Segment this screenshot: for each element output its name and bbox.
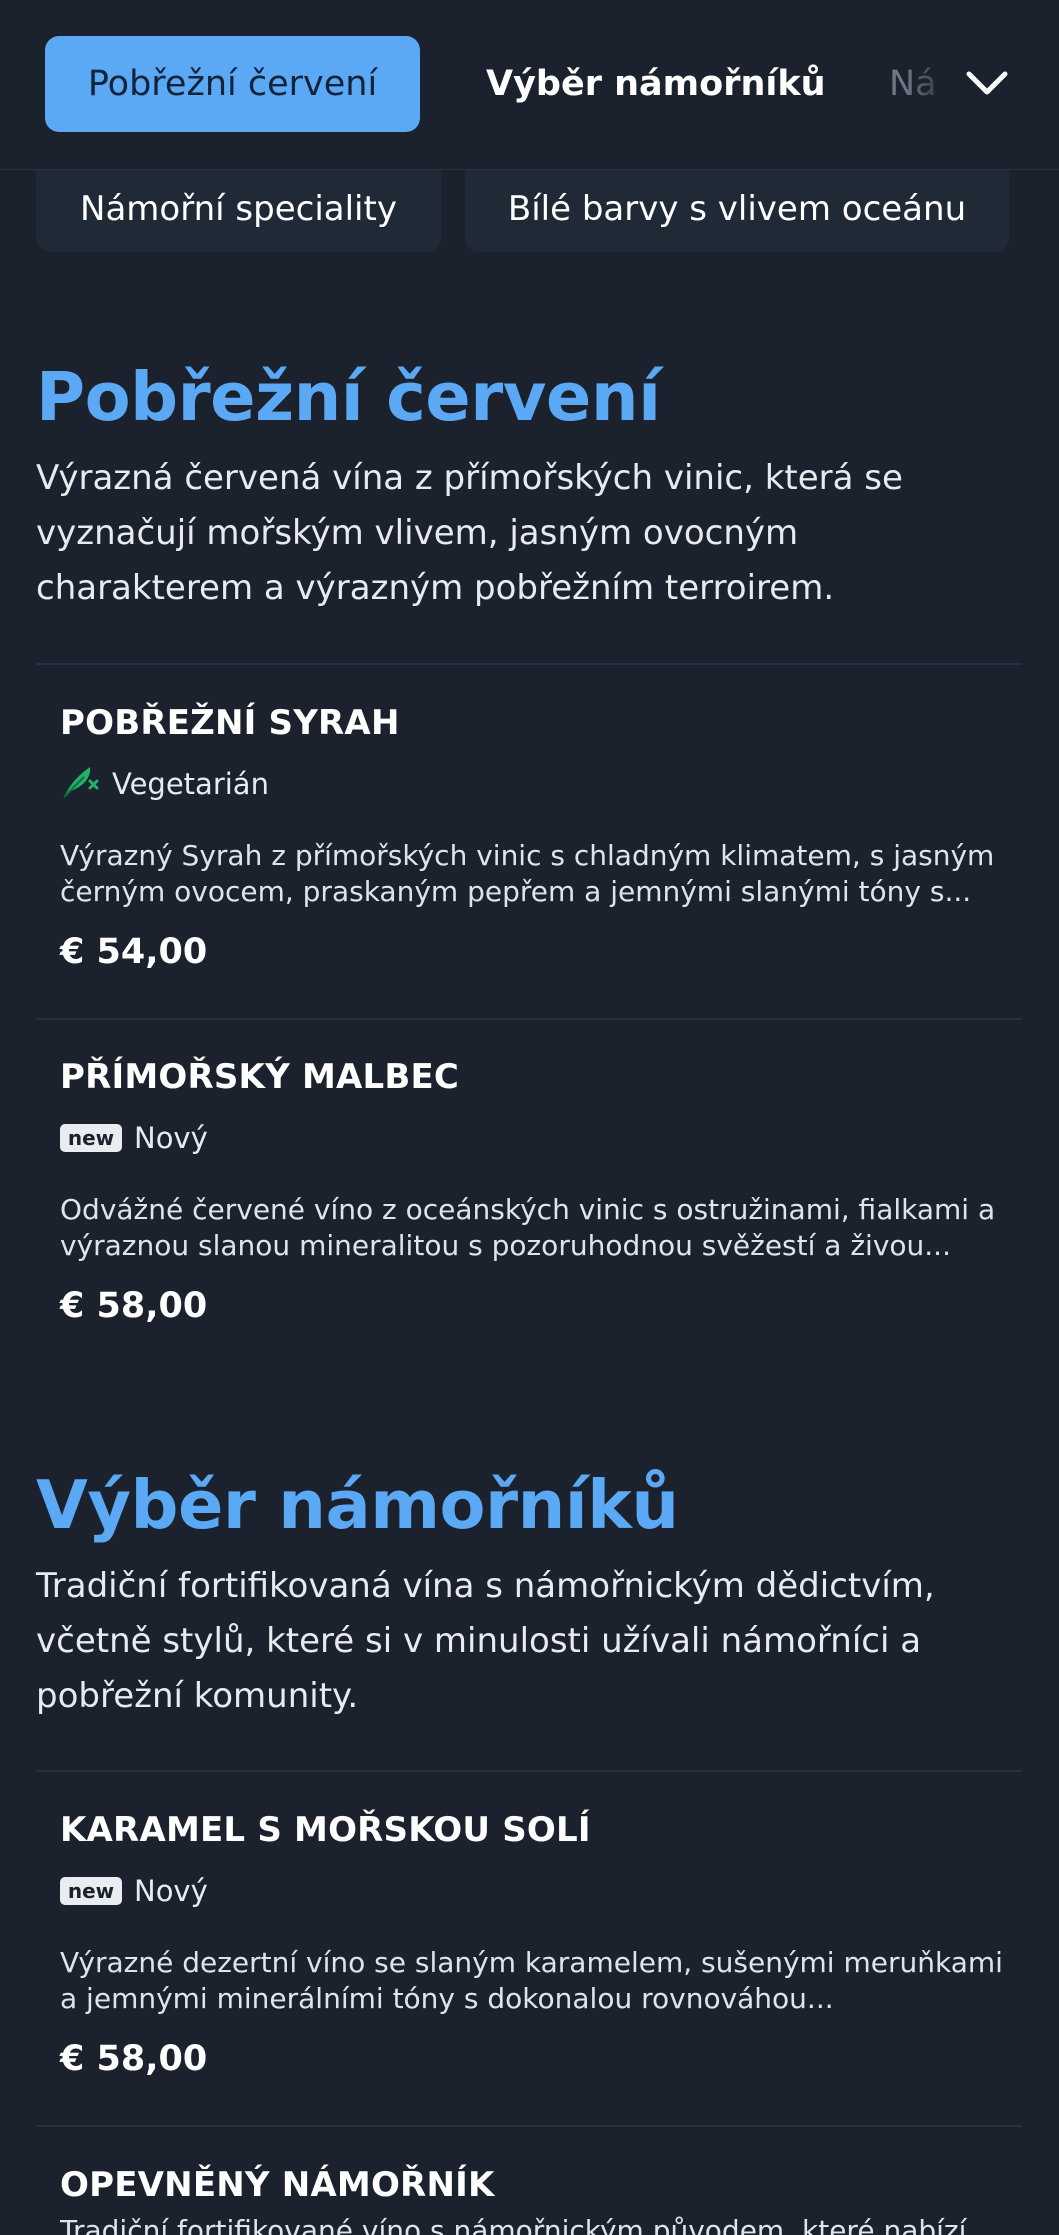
chip-bile-barvy[interactable]: Bílé barvy s vlivem oceánu [465,166,1009,252]
tab-pobrezni-cerveni[interactable]: Pobřežní červení [45,36,420,132]
divider [36,2125,1022,2127]
divider [36,663,1022,665]
new-badge: new [60,1877,122,1905]
tag-label: Nový [134,1874,208,1908]
menu-page: Pobřežní červení Výběr námořníků Ná Námo… [0,0,1059,2235]
item-description: Odvážné červené víno z oceánských vinic … [60,1193,996,1262]
dietary-tag: Vegetarián [60,764,269,804]
section-description: Výrazná červená vína z přímořských vinic… [36,458,903,608]
item-description: Výrazné dezertní víno se slaným karamele… [60,1946,1003,2015]
section-title: Pobřežní červení [36,358,661,436]
divider [36,1018,1022,1020]
item-name: PŘÍMOŘSKÝ MALBEC [60,1057,460,1097]
tag-label: Vegetarián [112,767,269,801]
new-tag: new Nový [60,1871,208,1911]
chevron-down-icon[interactable] [960,60,1014,108]
item-price: € 54,00 [60,932,208,972]
vegetarian-leaf-icon [60,763,100,805]
category-nav: Pobřežní červení Výběr námořníků Ná [0,0,1059,170]
new-tag: new Nový [60,1118,208,1158]
item-description: Výrazný Syrah z přímořských vinic s chla… [60,839,995,908]
section-description: Tradiční fortifikovaná vína s námořnický… [36,1566,935,1716]
tab-vyber-namorniku[interactable]: Výběr námořníků [486,36,826,132]
tab-scroll-fade [905,36,955,132]
item-price: € 58,00 [60,2039,208,2079]
item-description: Tradiční fortifikované víno s námořnický… [60,2214,967,2235]
new-badge: new [60,1124,122,1152]
tag-label: Nový [134,1121,208,1155]
item-price: € 58,00 [60,1286,208,1326]
item-name: KARAMEL S MOŘSKOU SOLÍ [60,1810,591,1850]
chip-namorni-speciality[interactable]: Námořní speciality [36,166,441,252]
item-name: OPEVNĚNÝ NÁMOŘNÍK [60,2165,495,2205]
divider [36,1770,1022,1772]
item-name: POBŘEŽNÍ SYRAH [60,703,400,743]
section-title: Výběr námořníků [36,1466,679,1544]
